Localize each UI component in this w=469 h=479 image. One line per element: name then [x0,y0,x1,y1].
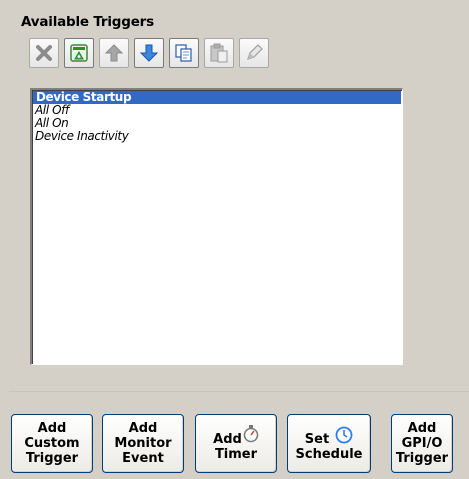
list-item[interactable]: All Off [32,104,402,117]
paste-button[interactable] [204,38,234,68]
button-label: Add [37,421,67,436]
section-title: Available Triggers [21,14,154,30]
paste-icon [210,43,228,63]
add-monitor-event-button[interactable]: Add Monitor Event [102,414,184,473]
add-gpio-trigger-button[interactable]: Add GPI/O Trigger [391,414,453,473]
button-label: Custom [24,436,80,451]
button-label: Timer [214,447,258,462]
button-label: Trigger [25,451,79,466]
trigger-properties-button[interactable] [64,38,94,68]
list-item[interactable]: Device Inactivity [32,130,402,143]
copy-icon [175,44,192,62]
trigger-edit-icon [70,44,88,62]
delete-button[interactable] [29,38,59,68]
clock-icon [335,426,353,443]
button-label: Trigger [395,451,449,466]
set-schedule-button[interactable]: Set Schedule [287,414,371,473]
button-label: Add [407,421,437,436]
button-label: GPI/O [401,436,443,451]
delete-icon [36,45,52,61]
stopwatch-icon [243,425,259,443]
add-custom-trigger-button[interactable]: Add Custom Trigger [11,414,93,473]
button-label: Add [128,421,158,436]
button-label: Monitor [114,436,172,451]
arrow-up-icon [104,44,124,62]
button-label: Event [122,451,164,466]
button-label: Schedule [295,446,363,462]
add-timer-button[interactable]: Add Timer [195,414,277,473]
arrow-down-icon [139,44,159,62]
list-item[interactable]: Device Startup [33,91,401,104]
move-up-button[interactable] [99,38,129,68]
move-down-button[interactable] [134,38,164,68]
triggers-list[interactable]: Device Startup All Off All On Device Ina… [30,88,403,365]
rename-button[interactable] [239,38,269,68]
button-label: Add [213,432,242,447]
button-label: Set [304,431,330,447]
pencil-icon [247,44,263,60]
copy-button[interactable] [169,38,199,68]
